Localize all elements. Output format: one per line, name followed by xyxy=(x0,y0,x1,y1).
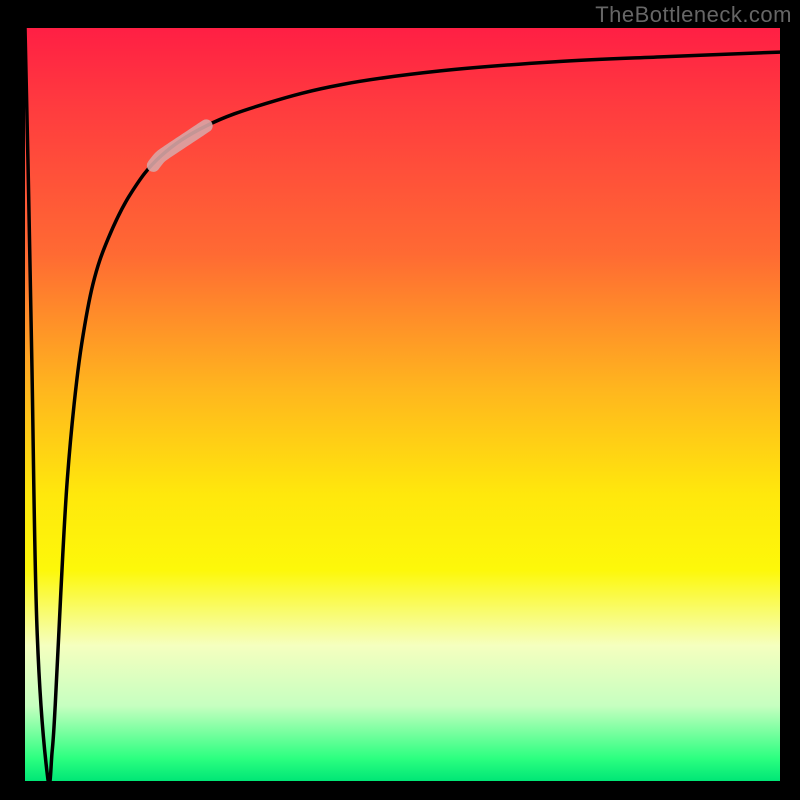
highlight-segment xyxy=(153,126,206,166)
bottleneck-curve-path xyxy=(25,28,780,781)
chart-plot-area xyxy=(25,28,780,781)
attribution-text: TheBottleneck.com xyxy=(595,2,792,28)
chart-svg xyxy=(25,28,780,781)
